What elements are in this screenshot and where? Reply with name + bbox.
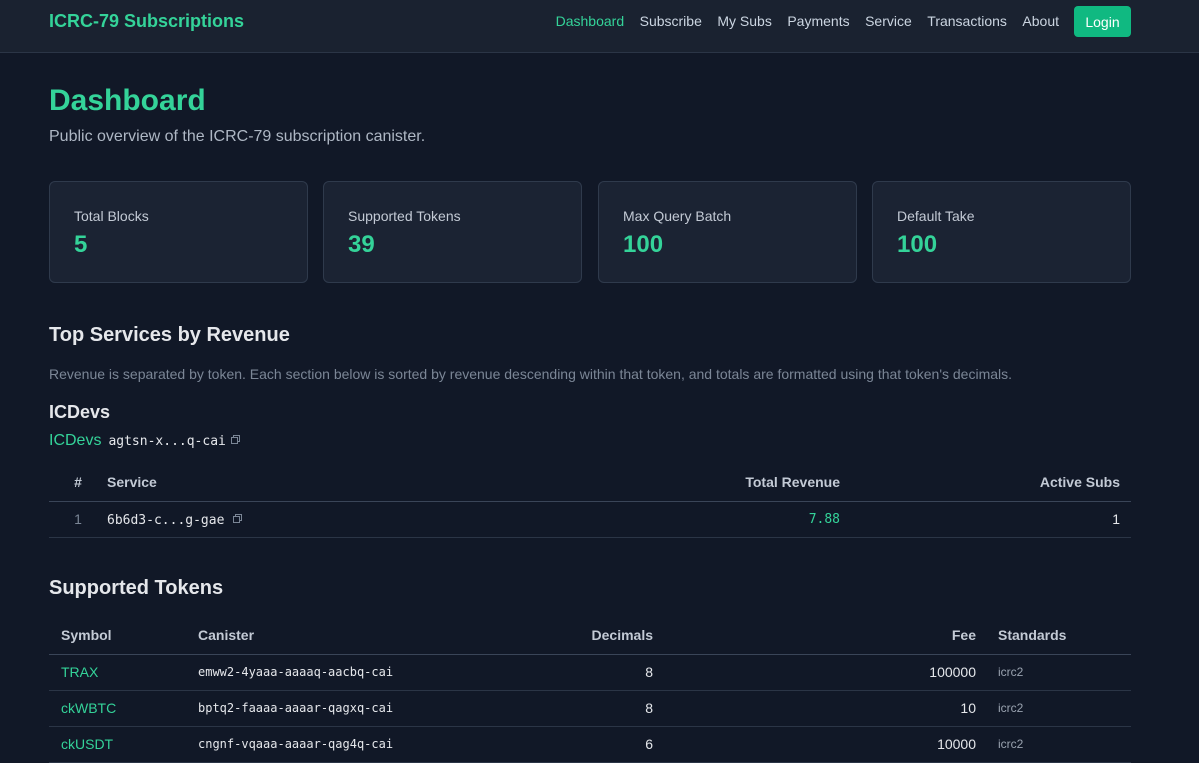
- stat-label: Default Take: [897, 208, 975, 224]
- stat-card-max-query-batch: Max Query Batch 100: [598, 181, 857, 283]
- top-navbar: ICRC-79 Subscriptions Dashboard Subscrib…: [0, 0, 1199, 53]
- nav-subscribe[interactable]: Subscribe: [640, 13, 702, 30]
- nav-my-subs[interactable]: My Subs: [717, 13, 771, 30]
- table-row[interactable]: TRAX emww2-4yaaa-aaaaq-aacbq-cai 8 10000…: [49, 654, 1131, 691]
- table-header-row: # Service Total Revenue Active Subs: [49, 464, 1131, 502]
- page-subtitle: Public overview of the ICRC-79 subscript…: [49, 128, 426, 145]
- col-active-subs: Active Subs: [840, 464, 1131, 502]
- token-group-header: ICDevs agtsn-x...q-cai: [49, 432, 240, 450]
- stat-card-default-take: Default Take 100: [872, 181, 1131, 283]
- col-symbol: Symbol: [49, 617, 198, 655]
- token-fee: 10: [653, 690, 976, 727]
- stat-card-total-blocks: Total Blocks 5: [49, 181, 308, 283]
- top-services-table: # Service Total Revenue Active Subs 1 6b…: [49, 464, 1131, 538]
- col-service: Service: [107, 464, 367, 502]
- token-group-title: ICDevs: [49, 402, 111, 422]
- nav-service[interactable]: Service: [865, 13, 912, 30]
- revenue-note: Revenue is separated by token. Each sect…: [49, 366, 1013, 382]
- app-title[interactable]: ICRC-79 Subscriptions: [49, 10, 244, 32]
- supported-tokens-table: Symbol Canister Decimals Fee Standards T…: [49, 617, 1131, 763]
- stat-label: Max Query Batch: [623, 208, 732, 224]
- token-principal: agtsn-x...q-cai: [108, 434, 226, 449]
- token-symbol[interactable]: TRAX: [49, 654, 198, 691]
- supported-tokens-title: Supported Tokens: [49, 577, 224, 599]
- row-service: 6b6d3-c...g-gae: [107, 501, 367, 538]
- col-canister: Canister: [198, 617, 498, 655]
- row-active-subs: 1: [840, 501, 1131, 538]
- token-group-name[interactable]: ICDevs: [49, 432, 101, 450]
- token-decimals: 8: [498, 654, 653, 691]
- main-nav: Dashboard Subscribe My Subs Payments Ser…: [540, 13, 1059, 30]
- nav-payments[interactable]: Payments: [787, 13, 849, 30]
- stat-value: 100: [897, 231, 938, 258]
- token-decimals: 8: [498, 690, 653, 727]
- token-fee: 10000: [653, 726, 976, 763]
- copy-icon[interactable]: [233, 513, 243, 523]
- row-total-revenue: 7.88: [367, 501, 840, 538]
- token-symbol[interactable]: ckWBTC: [49, 690, 198, 727]
- token-fee: 100000: [653, 654, 976, 691]
- row-rank: 1: [49, 501, 107, 538]
- nav-dashboard[interactable]: Dashboard: [556, 13, 625, 30]
- stat-value: 5: [74, 231, 88, 258]
- col-fee: Fee: [653, 617, 976, 655]
- col-total-revenue: Total Revenue: [367, 464, 840, 502]
- table-row[interactable]: 1 6b6d3-c...g-gae 7.88 1: [49, 501, 1131, 538]
- token-decimals: 6: [498, 726, 653, 763]
- stat-card-supported-tokens: Supported Tokens 39: [323, 181, 582, 283]
- stat-label: Supported Tokens: [348, 208, 461, 224]
- stat-value: 100: [623, 231, 664, 258]
- login-button[interactable]: Login: [1074, 6, 1131, 37]
- token-symbol[interactable]: ckUSDT: [49, 726, 198, 763]
- table-row[interactable]: ckWBTC bptq2-faaaa-aaaar-qagxq-cai 8 10 …: [49, 690, 1131, 727]
- table-header-row: Symbol Canister Decimals Fee Standards: [49, 617, 1131, 655]
- token-standards: icrc2: [976, 690, 1131, 727]
- table-row[interactable]: ckUSDT cngnf-vqaaa-aaaar-qag4q-cai 6 100…: [49, 726, 1131, 763]
- col-decimals: Decimals: [498, 617, 653, 655]
- token-canister: bptq2-faaaa-aaaar-qagxq-cai: [198, 690, 498, 727]
- nav-transactions[interactable]: Transactions: [927, 13, 1007, 30]
- token-canister: emww2-4yaaa-aaaaq-aacbq-cai: [198, 654, 498, 691]
- copy-icon[interactable]: [230, 435, 240, 444]
- token-canister: cngnf-vqaaa-aaaar-qag4q-cai: [198, 726, 498, 763]
- service-principal: 6b6d3-c...g-gae: [107, 512, 225, 528]
- token-standards: icrc2: [976, 726, 1131, 763]
- col-rank: #: [49, 464, 107, 502]
- col-standards: Standards: [976, 617, 1131, 655]
- top-services-title: Top Services by Revenue: [49, 324, 290, 346]
- stat-value: 39: [348, 231, 375, 258]
- nav-about[interactable]: About: [1022, 13, 1059, 30]
- token-standards: icrc2: [976, 654, 1131, 691]
- stat-label: Total Blocks: [74, 208, 149, 224]
- page-title: Dashboard: [49, 84, 206, 117]
